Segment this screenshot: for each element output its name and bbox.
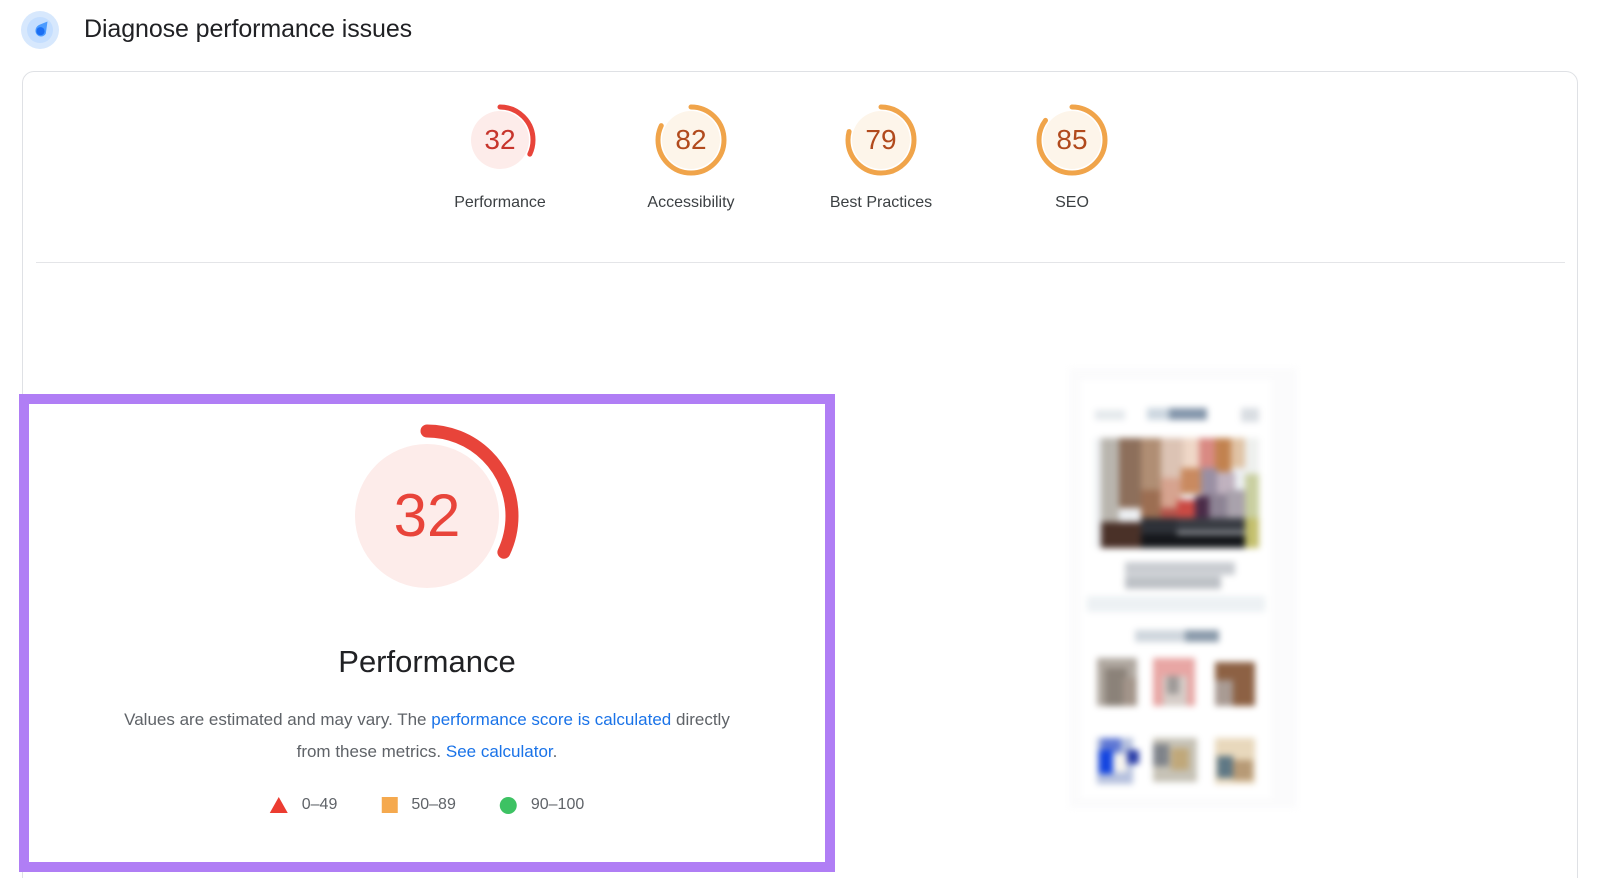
gauge-label-seo: SEO <box>1055 194 1089 211</box>
legend-item-fail: 0–49 <box>269 796 338 814</box>
thumbnail-card-row <box>1097 738 1255 800</box>
thumbnail-hero-image <box>1095 438 1259 548</box>
thumbnail-card-row <box>1097 658 1255 720</box>
square-icon <box>381 797 398 813</box>
gauge-ring-best-practices: 79 <box>841 100 921 180</box>
performance-gauge-value: 32 <box>393 482 461 549</box>
section-divider <box>36 262 1565 263</box>
thumbnail-text-bar <box>1125 576 1221 589</box>
see-calculator-link[interactable]: See calculator <box>446 742 553 761</box>
thumbnail-page-body <box>1081 380 1271 798</box>
thumbnail-nav-block <box>1241 408 1259 422</box>
gauge-label-accessibility: Accessibility <box>647 194 735 211</box>
score-legend: 0–49 50–89 90–100 <box>269 796 585 814</box>
performance-score-calculated-link[interactable]: performance score is calculated <box>431 710 671 729</box>
gauge-ring-performance: 32 <box>460 100 540 180</box>
gauge-value-best-practices: 79 <box>865 124 897 155</box>
description-text-part1: Values are estimated and may vary. The <box>124 710 432 729</box>
page-title: Diagnose performance issues <box>84 15 413 43</box>
thumbnail-section-band <box>1087 596 1265 612</box>
gauge-ring-accessibility: 82 <box>651 100 731 180</box>
performance-description: Values are estimated and may vary. The p… <box>112 704 742 768</box>
thumbnail-nav-block <box>1147 408 1169 420</box>
score-gauge-performance[interactable]: 32 Performance <box>420 100 580 212</box>
lighthouse-icon <box>20 10 60 50</box>
performance-category-title: Performance <box>338 644 516 679</box>
score-gauge-seo[interactable]: 85 SEO <box>992 100 1152 212</box>
circle-icon <box>499 796 517 814</box>
legend-range-pass: 90–100 <box>530 796 585 813</box>
gauge-label-performance: Performance <box>454 194 546 211</box>
legend-item-average: 50–89 <box>381 796 456 814</box>
score-gauge-accessibility[interactable]: 82 Accessibility <box>611 100 771 212</box>
legend-item-pass: 90–100 <box>499 796 585 814</box>
gauge-value-performance: 32 <box>484 124 516 155</box>
gauge-label-best-practices: Best Practices <box>829 194 933 211</box>
legend-range-average: 50–89 <box>411 796 456 813</box>
score-gauge-best-practices[interactable]: 79 Best Practices <box>801 100 961 212</box>
thumbnail-nav-block <box>1169 408 1207 420</box>
score-scale: 32 Performance 82 Accessibility 79 Best … <box>23 72 1579 262</box>
thumbnail-text-bar <box>1125 562 1235 575</box>
thumbnail-nav-block <box>1095 410 1125 420</box>
performance-category-highlight: 32 Performance Values are estimated and … <box>19 394 835 872</box>
page-screenshot-thumbnail <box>1069 368 1297 808</box>
triangle-icon <box>269 797 288 813</box>
lighthouse-report-page: Diagnose performance issues 32 Performan… <box>0 0 1600 884</box>
report-card: 32 Performance 82 Accessibility 79 Best … <box>19 71 1579 884</box>
report-header: Diagnose performance issues <box>0 0 1600 58</box>
gauge-value-accessibility: 82 <box>675 124 707 155</box>
performance-gauge-large[interactable]: 32 <box>327 416 527 616</box>
gauge-value-seo: 85 <box>1056 124 1088 155</box>
card-bottom-edge <box>22 878 1578 884</box>
thumbnail-text-bar <box>1185 630 1219 642</box>
gauge-ring-seo: 85 <box>1032 100 1112 180</box>
description-text-part3: . <box>552 742 558 761</box>
legend-range-fail: 0–49 <box>301 796 338 813</box>
